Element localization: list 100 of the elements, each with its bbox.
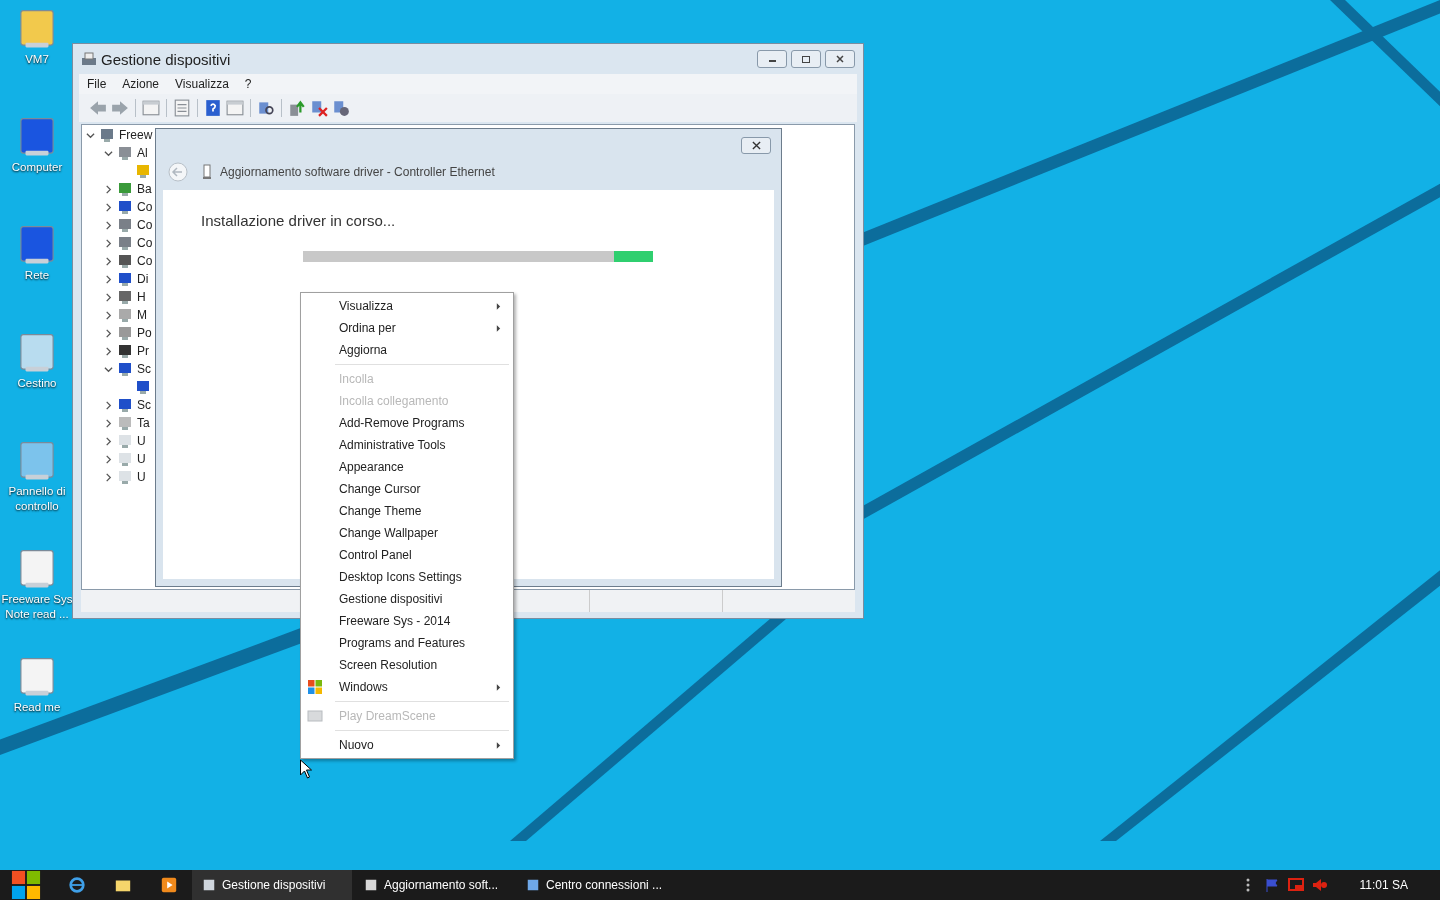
disable-icon[interactable]: [332, 99, 350, 117]
device-icon: [117, 271, 133, 287]
menu-item[interactable]: Freeware Sys - 2014: [303, 610, 511, 632]
menu-item[interactable]: Azione: [114, 77, 168, 91]
taskbar-button[interactable]: Centro connessioni ...: [516, 870, 676, 900]
device-icon: [117, 451, 133, 467]
flag-icon[interactable]: [1263, 877, 1280, 893]
tree-item[interactable]: Co: [137, 254, 153, 268]
app-icon: [526, 878, 540, 892]
tree-item[interactable]: Freew: [119, 128, 153, 142]
uninstall-icon[interactable]: [310, 99, 328, 117]
menu-item[interactable]: Aggiorna: [303, 339, 511, 361]
tree-item[interactable]: U: [137, 452, 146, 466]
properties-icon[interactable]: [173, 99, 191, 117]
dialog-title: Aggiornamento software driver - Controller Ethernet: [220, 165, 495, 179]
tree-item[interactable]: Sc: [137, 398, 151, 412]
menu-item[interactable]: Add-Remove Programs: [303, 412, 511, 434]
chevron-icon[interactable]: [104, 328, 113, 338]
close-button[interactable]: [825, 50, 855, 68]
menu-item[interactable]: File: [79, 77, 115, 91]
windows-flag-icon: [307, 679, 323, 695]
menu-item[interactable]: Change Theme: [303, 500, 511, 522]
tree-item[interactable]: Pr: [137, 344, 149, 358]
device-icon: [117, 307, 133, 323]
maximize-icon: [801, 54, 811, 64]
device-icon: [202, 164, 212, 180]
menu-item[interactable]: ?: [236, 77, 260, 91]
update-icon[interactable]: [288, 99, 306, 117]
tree-item[interactable]: Co: [137, 218, 153, 232]
menu-item[interactable]: Nuovo: [303, 734, 511, 756]
chevron-icon[interactable]: [104, 274, 113, 284]
speaker-icon[interactable]: [1311, 877, 1328, 893]
chevron-icon[interactable]: [104, 220, 113, 230]
chevron-icon[interactable]: [104, 454, 113, 464]
device-icon: [117, 217, 133, 233]
menu-item[interactable]: Visualizza: [167, 77, 237, 91]
menu-item[interactable]: Ordina per: [303, 317, 511, 339]
tree-item[interactable]: U: [137, 470, 146, 484]
tree-item[interactable]: Di: [137, 272, 149, 286]
device-icon: [117, 325, 133, 341]
clock[interactable]: 11:01 SA: [1359, 878, 1408, 892]
tree-item[interactable]: Sc: [137, 362, 151, 376]
scan-icon[interactable]: [257, 99, 275, 117]
chevron-icon[interactable]: [104, 310, 113, 320]
menu-item[interactable]: Visualizza: [303, 295, 511, 317]
device-icon: [117, 289, 133, 305]
chevron-icon[interactable]: [104, 238, 113, 248]
device-icon: [135, 163, 151, 179]
taskbar-button[interactable]: Aggiornamento soft...: [354, 870, 514, 900]
device-icon: [117, 397, 133, 413]
menu-item[interactable]: Change Wallpaper: [303, 522, 511, 544]
device-icon: [117, 415, 133, 431]
overflow-icon[interactable]: [1245, 877, 1250, 893]
menu-item[interactable]: Desktop Icons Settings: [303, 566, 511, 588]
monitor-icon[interactable]: [1287, 877, 1304, 893]
close-button[interactable]: [741, 137, 771, 154]
device-icon: [117, 235, 133, 251]
tree-item[interactable]: Co: [137, 200, 153, 214]
chevron-icon[interactable]: [104, 292, 113, 302]
tree-item[interactable]: Co: [137, 236, 153, 250]
device-icon: [117, 181, 133, 197]
menu-item[interactable]: Screen Resolution: [303, 654, 511, 676]
chevron-icon[interactable]: [104, 472, 113, 482]
menu-item[interactable]: Administrative Tools: [303, 434, 511, 456]
menu-item[interactable]: Gestione dispositivi: [303, 588, 511, 610]
chevron-icon[interactable]: [104, 202, 113, 212]
taskbar-button[interactable]: Gestione dispositivi: [192, 870, 352, 900]
device-icon: [117, 361, 133, 377]
device-icon: [117, 199, 133, 215]
device-icon: [99, 127, 115, 143]
tree-item[interactable]: M: [137, 308, 147, 322]
start-button[interactable]: [10, 870, 42, 900]
tree-item[interactable]: Al: [137, 146, 148, 160]
window-title: Gestione dispositivi: [101, 50, 231, 68]
tree-item[interactable]: H: [137, 290, 146, 304]
chevron-icon[interactable]: [104, 184, 113, 194]
tree-item[interactable]: Po: [137, 326, 152, 340]
chevron-icon[interactable]: [104, 346, 113, 356]
help-icon[interactable]: [204, 99, 222, 117]
chevron-icon[interactable]: [104, 400, 113, 410]
chevron-icon[interactable]: [104, 418, 113, 428]
chevron-icon[interactable]: [104, 148, 113, 158]
chevron-icon[interactable]: [104, 436, 113, 446]
menu-item[interactable]: Control Panel: [303, 544, 511, 566]
chevron-icon[interactable]: [104, 364, 113, 374]
tree-item[interactable]: Ta: [137, 416, 150, 430]
device-icon: [135, 379, 151, 395]
browser-icon[interactable]: [68, 876, 86, 894]
printer-icon: [81, 51, 97, 67]
chevron-icon[interactable]: [86, 130, 95, 140]
menu-item[interactable]: Programs and Features: [303, 632, 511, 654]
chevron-icon[interactable]: [104, 256, 113, 266]
tree-item[interactable]: Ba: [137, 182, 152, 196]
tree-item[interactable]: U: [137, 434, 146, 448]
minimize-button[interactable]: [757, 50, 787, 68]
media-player-icon[interactable]: [160, 876, 178, 894]
menu-item[interactable]: Change Cursor: [303, 478, 511, 500]
menu-item[interactable]: Appearance: [303, 456, 511, 478]
maximize-button[interactable]: [791, 50, 821, 68]
menu-item[interactable]: Windows: [303, 676, 511, 698]
